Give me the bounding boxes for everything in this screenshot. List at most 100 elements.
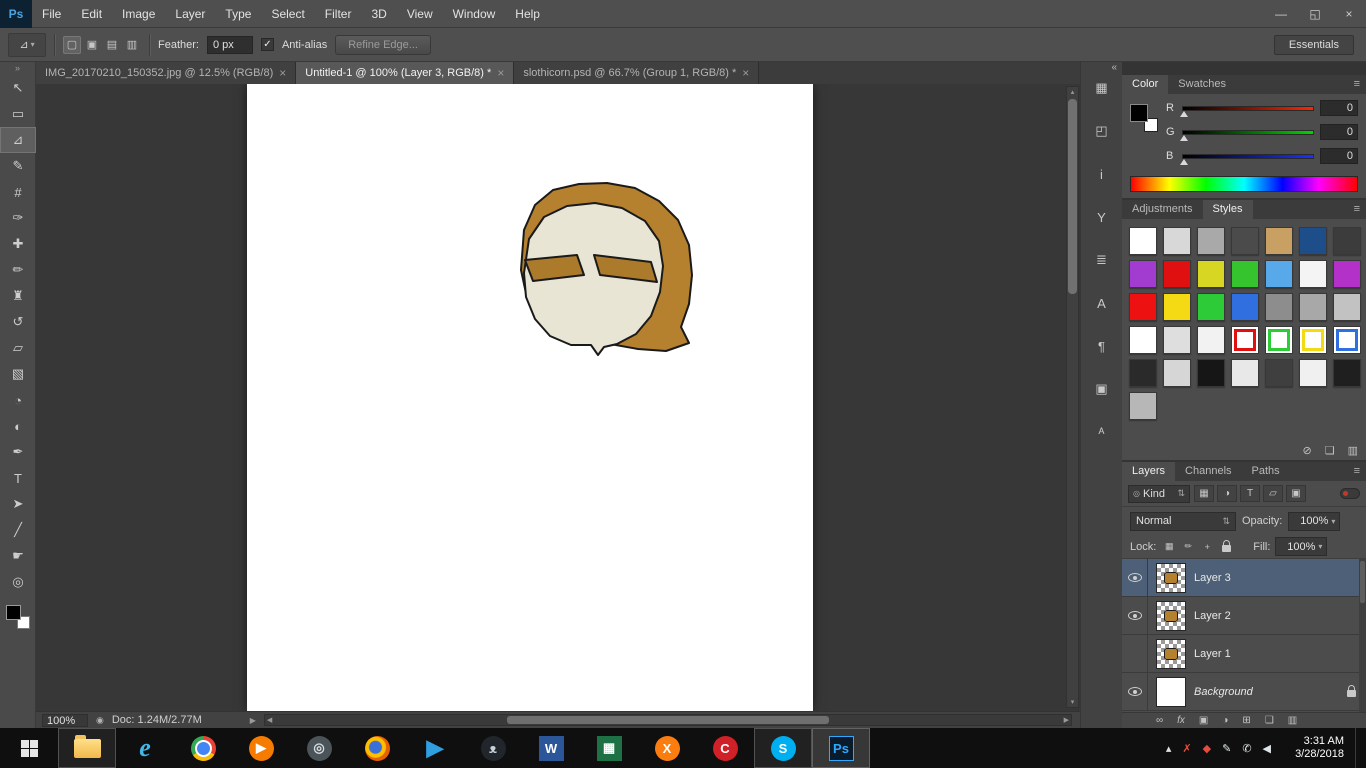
foreground-color-swatch[interactable] [5,605,21,620]
taskbar-clock[interactable]: 3:31 AM 3/28/2018 [1282,735,1344,761]
crop-tool[interactable]: # [0,179,36,205]
character-styles-panel-icon[interactable]: ᴬ [1089,419,1115,445]
refine-edge-button[interactable]: Refine Edge... [335,34,431,55]
delete-style-icon[interactable]: ▥ [1348,444,1358,457]
style-swatch[interactable] [1163,293,1191,321]
lock-pixels-icon[interactable]: ✏ [1180,539,1196,555]
antivirus-tray-icon[interactable]: ✗ [1182,742,1191,755]
brush-tool[interactable]: ✏ [0,257,36,283]
path-selection-tool[interactable]: ➤ [0,491,36,517]
quick-selection-tool[interactable]: ✎ [0,153,36,179]
style-swatch[interactable] [1299,293,1327,321]
style-swatch[interactable] [1129,326,1157,354]
phone-tray-icon[interactable]: ✆ [1242,742,1251,755]
style-swatch[interactable] [1299,359,1327,387]
antialias-checkbox[interactable]: ✓ [260,38,274,51]
style-swatch[interactable] [1265,326,1293,354]
style-swatch[interactable] [1129,260,1157,288]
channel-slider-knob[interactable] [1180,158,1188,165]
style-swatch[interactable] [1163,260,1191,288]
security-tray-icon[interactable]: ◆ [1203,742,1211,755]
visibility-toggle[interactable] [1122,559,1148,597]
toolbar-collapse-icon[interactable]: » [0,62,35,75]
properties-panel-icon[interactable]: ≣ [1089,247,1115,273]
new-adjustment-layer-icon[interactable]: ◑ [1222,715,1228,726]
style-swatch[interactable] [1265,359,1293,387]
style-swatch[interactable] [1299,227,1327,255]
filter-smart-objects-icon[interactable]: ▣ [1286,485,1306,502]
layer-row[interactable]: Layer 2 [1122,596,1366,635]
firefox[interactable] [348,728,406,768]
panel-menu-icon[interactable]: ≡ [1354,203,1360,215]
expand-panels-icon[interactable]: « [1081,62,1122,75]
minimize-button[interactable]: — [1264,0,1298,28]
style-swatch[interactable] [1129,293,1157,321]
panel-menu-icon[interactable]: ≡ [1354,465,1360,477]
skype[interactable]: S [754,728,812,768]
menu-item-view[interactable]: View [397,0,443,28]
video-player-blue[interactable]: ▶ [406,728,464,768]
visibility-toggle[interactable] [1122,672,1148,711]
hand-tool[interactable]: ☛ [0,543,36,569]
gradient-tool[interactable]: ▧ [0,361,36,387]
menu-item-type[interactable]: Type [215,0,261,28]
xampp[interactable]: X [638,728,696,768]
photoshop[interactable]: Ps [812,728,870,768]
pen-tool[interactable]: ✒ [0,439,36,465]
histogram-panel-icon[interactable]: ▦ [1089,75,1115,101]
style-swatch[interactable] [1231,326,1259,354]
tab-channels[interactable]: Channels [1175,462,1241,481]
style-swatch[interactable] [1231,359,1259,387]
tab-swatches[interactable]: Swatches [1168,75,1236,94]
add-layer-mask-icon[interactable]: ▣ [1199,715,1208,726]
new-layer-icon[interactable]: ❏ [1265,715,1274,726]
menu-item-filter[interactable]: Filter [315,0,362,28]
style-swatch[interactable] [1129,359,1157,387]
vertical-scrollbar[interactable]: ▴ ▾ [1066,86,1079,708]
channel-value-input[interactable]: 0 [1320,124,1358,140]
tab-paths[interactable]: Paths [1242,462,1290,481]
tab-color[interactable]: Color [1122,75,1169,94]
fill-input[interactable]: 100% ▾ [1275,537,1328,556]
filter-shape-layers-icon[interactable]: ▱ [1263,485,1283,502]
lock-transparency-icon[interactable]: ▦ [1161,539,1177,555]
horizontal-scrollbar-thumb[interactable] [506,716,830,724]
eyedropper-tool[interactable]: ✑ [0,205,36,231]
volume-tray-icon[interactable]: ◀ [1263,742,1271,755]
style-swatch[interactable] [1333,260,1361,288]
vertical-scrollbar-thumb[interactable] [1068,99,1077,294]
intersect-selection-icon[interactable]: ▥ [123,36,141,54]
style-swatch[interactable] [1333,227,1361,255]
tool-preset-picker[interactable]: ⊿ ▾ [8,32,46,57]
clear-style-icon[interactable]: ⊘ [1303,444,1312,457]
layer-filter-kind-dropdown[interactable]: ◎ Kind ⇅ [1128,484,1190,503]
document-tab[interactable]: slothicorn.psd @ 66.7% (Group 1, RGB/8) … [514,62,760,84]
style-swatch[interactable] [1299,326,1327,354]
style-swatch[interactable] [1129,392,1157,420]
style-swatch[interactable] [1265,227,1293,255]
layers-scrollbar[interactable] [1359,559,1366,712]
red-c-app[interactable]: C [696,728,754,768]
document-tab[interactable]: Untitled-1 @ 100% (Layer 3, RGB/8) * × [296,62,515,84]
info-panel-icon[interactable]: i [1089,161,1115,187]
foreground-background-colors[interactable] [5,605,30,629]
tab-close-icon[interactable]: × [742,66,749,80]
style-swatch[interactable] [1163,227,1191,255]
style-swatch[interactable] [1333,359,1361,387]
paragraph-panel-icon[interactable]: ¶ [1089,333,1115,359]
eraser-tool[interactable]: ▱ [0,335,36,361]
move-tool[interactable]: ↖ [0,75,36,101]
menu-item-help[interactable]: Help [505,0,550,28]
layer-row[interactable]: Layer 3 [1122,559,1366,597]
channel-slider-knob[interactable] [1180,110,1188,117]
scroll-down-icon[interactable]: ▾ [1067,698,1078,706]
character-panel-icon[interactable]: A [1089,290,1115,316]
visibility-toggle[interactable] [1122,634,1148,673]
channel-slider[interactable] [1180,105,1314,117]
filter-adjustment-layers-icon[interactable]: ◑ [1217,485,1237,502]
pen-tray-icon[interactable]: ✎ [1222,742,1231,755]
horizontal-scrollbar[interactable]: ◀ ▶ [263,714,1072,726]
color-panel-swatch[interactable] [1130,104,1158,132]
disc-burner-app[interactable]: ◎ [290,728,348,768]
opacity-input[interactable]: 100% ▾ [1288,511,1341,531]
